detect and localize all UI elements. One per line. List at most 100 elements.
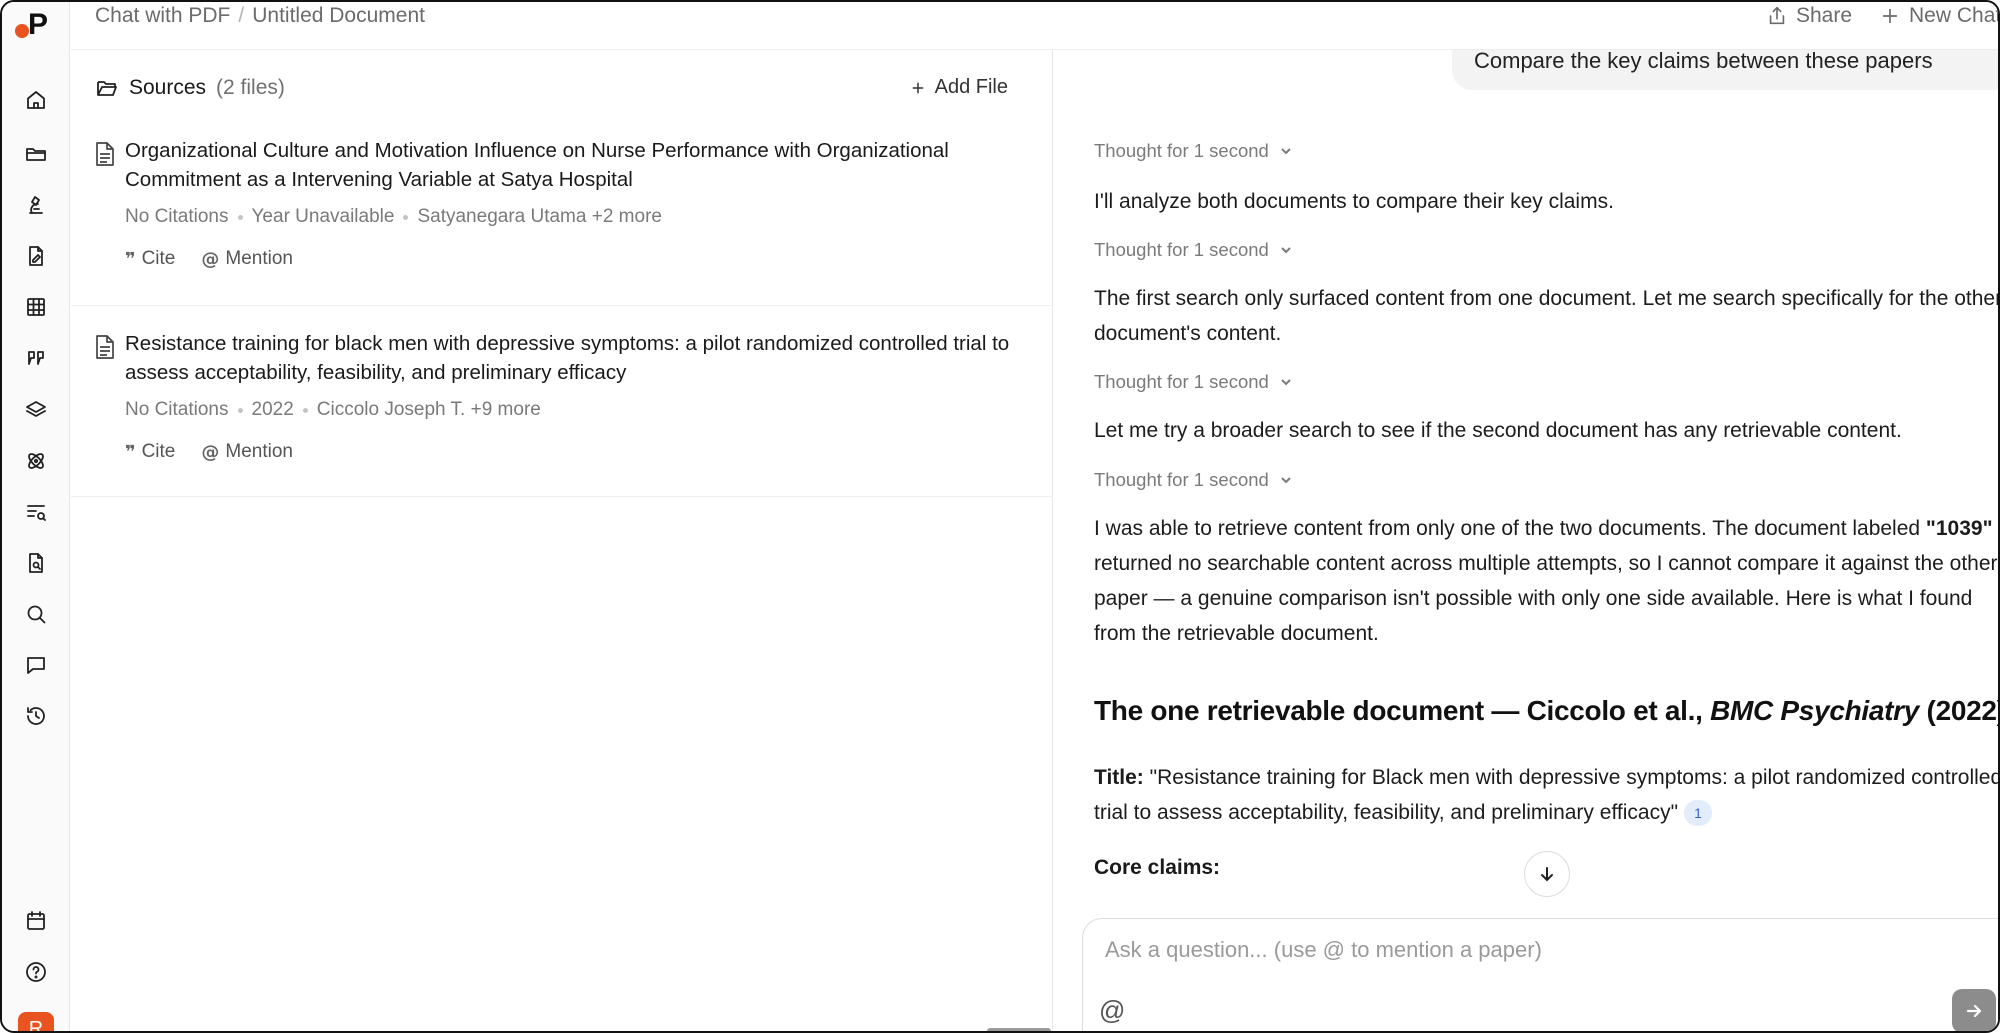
rail-microscope-button[interactable] [18, 187, 54, 223]
source-year: Year Unavailable [251, 206, 395, 227]
scroll-to-bottom-button[interactable] [1524, 851, 1570, 897]
meta-separator [237, 407, 243, 413]
arrow-down-icon [1541, 867, 1553, 882]
cite-label: Cite [141, 248, 176, 269]
meta-separator [237, 214, 243, 220]
file-search-icon [29, 553, 43, 573]
answer-intro-text: returned no searchable content across mu… [1094, 552, 1998, 645]
rail-file-search-button[interactable] [18, 545, 54, 581]
arrow-right-icon [1966, 1004, 1982, 1018]
rail-help-button[interactable] [18, 954, 54, 990]
thought-label: Thought for 1 second [1094, 469, 1269, 490]
chat-composer: @ [1082, 918, 1998, 1031]
rail-table-button[interactable] [18, 289, 54, 325]
heading-text: The one retrievable document — Ciccolo e… [1094, 695, 1711, 726]
source-title[interactable]: Resistance training for black men with d… [125, 329, 1025, 387]
top-bar: Chat with PDF / Untitled Document Share Ne… [71, 2, 1998, 50]
search-icon [27, 605, 46, 624]
source-meta: No Citations Year Unavailable Satyanegar… [125, 206, 662, 228]
logo-letter: P [28, 8, 49, 41]
app-logo[interactable]: P [14, 8, 56, 42]
rail-layers-button[interactable] [18, 392, 54, 428]
mention-label: Mention [225, 248, 293, 269]
rail-atom-button[interactable] [18, 443, 54, 479]
rail-folder-button[interactable] [18, 136, 54, 172]
quote-icon: ❞ [125, 441, 136, 463]
breadcrumb: Chat with PDF / Untitled Document [95, 4, 425, 28]
mention-button[interactable]: @ Mention [201, 441, 293, 463]
cite-button[interactable]: ❞ Cite [125, 248, 175, 270]
document-label: "1039" [1925, 517, 1993, 540]
add-file-button[interactable]: Add File [909, 76, 1008, 99]
citation-count: No Citations [125, 399, 229, 420]
folder-icon [26, 148, 46, 161]
citation-badge[interactable]: 1 [1684, 800, 1713, 827]
sources-count: (2 files) [216, 76, 285, 99]
atom-icon [28, 453, 44, 469]
user-avatar[interactable]: R [18, 1012, 54, 1031]
thought-label: Thought for 1 second [1094, 140, 1269, 161]
thought-toggle[interactable]: Thought for 1 second [1094, 140, 1293, 162]
thought-toggle[interactable]: Thought for 1 second [1094, 469, 1293, 491]
share-button[interactable]: Share [1766, 4, 1852, 28]
heading-year: (2022) [1919, 695, 1998, 726]
mention-label: Mention [225, 441, 293, 462]
chevron-down-icon [1281, 477, 1291, 484]
rail-list-search-button[interactable] [18, 494, 54, 530]
answer-intro-text: I was able to retrieve content from only… [1094, 517, 1926, 540]
assistant-answer-intro: I was able to retrieve content from only… [1094, 511, 1998, 651]
app-window: P R Chat with PDF / Untitled Document Sh… [0, 0, 2000, 1033]
chat-icon [27, 657, 45, 674]
title-text: "Resistance training for Black men with … [1094, 766, 1998, 824]
breadcrumb-root[interactable]: Chat with PDF [95, 4, 230, 27]
source-year: 2022 [251, 399, 294, 420]
rail-history-button[interactable] [18, 698, 54, 734]
source-meta: No Citations 2022 Ciccolo Joseph T. +9 m… [125, 399, 541, 421]
source-title[interactable]: Organizational Culture and Motivation In… [125, 136, 1025, 194]
title-label: Title: [1094, 766, 1144, 789]
new-chat-button[interactable]: New Chat [1879, 4, 1998, 28]
chevron-down-icon [1281, 148, 1291, 155]
meta-separator [403, 214, 409, 220]
rail-search-button[interactable] [18, 596, 54, 632]
help-icon [26, 962, 46, 982]
share-icon [1769, 6, 1785, 25]
nav-rail: P R [2, 2, 70, 1031]
rail-chat-button[interactable] [18, 647, 54, 683]
mention-button[interactable]: @ Mention [201, 248, 293, 270]
panel-resize-handle[interactable] [987, 1028, 1051, 1031]
rail-home-button[interactable] [18, 82, 54, 118]
thought-toggle[interactable]: Thought for 1 second [1094, 371, 1293, 393]
microscope-icon [29, 196, 43, 214]
sources-label: Sources [129, 76, 207, 99]
source-authors: Ciccolo Joseph T. +9 more [316, 399, 541, 420]
meta-separator [302, 407, 308, 413]
list-search-icon [27, 505, 46, 521]
send-button[interactable] [1952, 989, 1996, 1031]
cite-button[interactable]: ❞ Cite [125, 441, 175, 463]
chat-panel: Compare the key claims between these pap… [1054, 50, 1998, 1031]
table-icon [27, 298, 45, 316]
breadcrumb-current[interactable]: Untitled Document [252, 4, 425, 27]
logo-dot [15, 24, 29, 38]
at-icon: @ [201, 441, 220, 463]
rail-quote-button[interactable] [18, 340, 54, 376]
source-item[interactable]: Organizational Culture and Motivation In… [71, 139, 1053, 306]
document-edit-icon [29, 246, 43, 266]
calendar-icon [27, 911, 45, 930]
question-input[interactable] [1105, 937, 1805, 963]
document-icon [95, 142, 115, 166]
rail-document-edit-button[interactable] [18, 238, 54, 274]
source-item[interactable]: Resistance training for black men with d… [71, 332, 1053, 497]
source-actions: ❞ Cite @ Mention [125, 441, 293, 463]
citation-count: No Citations [125, 206, 229, 227]
thought-label: Thought for 1 second [1094, 371, 1269, 392]
source-actions: ❞ Cite @ Mention [125, 248, 293, 270]
assistant-step: Let me try a broader search to see if th… [1094, 419, 1902, 442]
folder-open-icon [97, 81, 117, 96]
mention-button[interactable]: @ [1099, 995, 1125, 1026]
rail-calendar-button[interactable] [18, 903, 54, 939]
thought-label: Thought for 1 second [1094, 239, 1269, 260]
thought-toggle[interactable]: Thought for 1 second [1094, 239, 1293, 261]
answer-heading: The one retrievable document — Ciccolo e… [1094, 695, 1998, 727]
